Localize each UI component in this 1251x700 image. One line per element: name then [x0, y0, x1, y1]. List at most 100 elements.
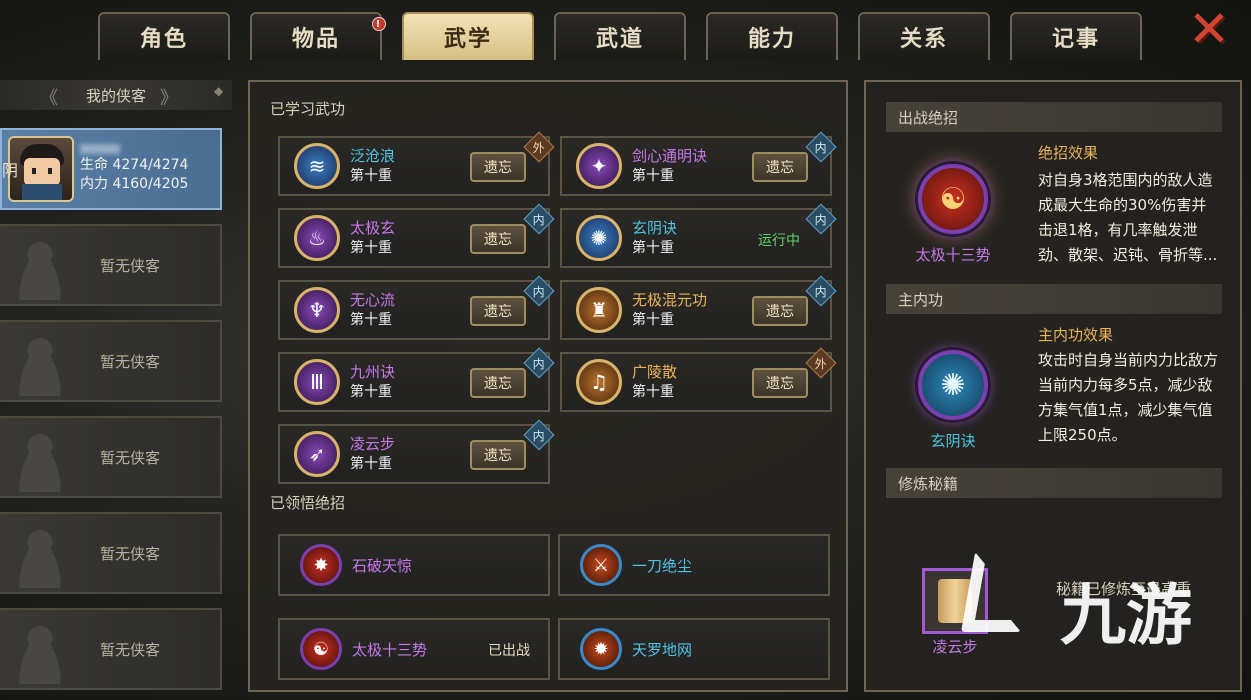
- mp-value: 4160/4205: [112, 176, 189, 192]
- hero-slot-empty[interactable]: 暂无侠客: [0, 608, 222, 690]
- skill-card[interactable]: ➶ 凌云步 第十重 遗忘内: [278, 419, 555, 484]
- skill-type-label: 内: [814, 212, 828, 227]
- skill-type-label: 内: [532, 212, 546, 227]
- tab-0[interactable]: 角色: [98, 12, 230, 60]
- empty-slot-label: 暂无侠客: [100, 544, 161, 563]
- sidebar-title: 我的侠客: [85, 86, 146, 105]
- tab-3[interactable]: 武道: [554, 12, 686, 60]
- running-status: 运行中: [758, 233, 800, 249]
- forget-button[interactable]: 遗忘: [752, 152, 808, 182]
- skill-card[interactable]: Ⅲ 九州诀 第十重 遗忘内: [278, 347, 555, 412]
- silhouette-icon: [8, 614, 72, 684]
- skill-type-label: 内: [532, 284, 546, 299]
- skill-type-label: 内: [814, 140, 828, 155]
- forget-button[interactable]: 遗忘: [470, 440, 526, 470]
- forget-button[interactable]: 遗忘: [470, 296, 526, 326]
- skill-level: 第十重: [632, 240, 674, 256]
- watermark: 九游: [1060, 577, 1192, 654]
- lute-icon: ♫: [576, 359, 622, 405]
- taiji-icon: ☯: [918, 164, 988, 234]
- yin-orb-icon: ✺: [918, 350, 988, 420]
- skill-type-label: 内: [532, 428, 546, 443]
- manual-skill-name: 凌云步: [932, 638, 978, 656]
- tab-1[interactable]: 物品!: [250, 12, 386, 60]
- skill-card[interactable]: ♫ 广陵散 第十重 遗忘外: [560, 347, 837, 412]
- tab-4[interactable]: 能力: [706, 12, 838, 60]
- battle-skill-badge[interactable]: ☯ 太极十三势: [888, 144, 1018, 294]
- skill-level: 第十重: [632, 384, 674, 400]
- hero-stats: 生命 4274/4274 内力 4160/4205: [80, 144, 188, 194]
- tab-label: 武学: [443, 27, 492, 52]
- chevron-left-icon: 《: [40, 88, 58, 109]
- pillar-icon: ♜: [576, 287, 622, 333]
- battle-section-title: 出战绝招: [886, 102, 1222, 132]
- inner-skill-badge[interactable]: ✺ 玄阴诀: [888, 330, 1018, 480]
- hero-slot-empty[interactable]: 暂无侠客: [0, 224, 222, 306]
- ultimate-name: 天罗地网: [632, 640, 693, 659]
- skill-name: 太极玄: [350, 219, 396, 237]
- diamond-icon: ◆: [214, 84, 224, 98]
- skill-type-label: 内: [532, 356, 546, 371]
- hero-slot-empty[interactable]: 暂无侠客: [0, 416, 222, 498]
- skill-name: 凌云步: [350, 435, 396, 453]
- inner-section-title: 主内功: [886, 284, 1222, 314]
- empty-slot-label: 暂无侠客: [100, 352, 161, 371]
- skill-type-tag: 内: [523, 275, 555, 307]
- skill-type-tag: 内: [805, 131, 837, 163]
- inner-effect-text: 攻击时自身当前内力比敌方当前内力每多5点，减少敌方集气值1点，减少集气值上限25…: [1038, 351, 1218, 444]
- skill-type-label: 内: [814, 284, 828, 299]
- pillars-icon: Ⅲ: [294, 359, 340, 405]
- claw-wave-icon: ≋: [294, 143, 340, 189]
- ultimate-card[interactable]: ⚔ 一刀绝尘: [558, 534, 830, 596]
- skill-type-tag: 内: [523, 419, 555, 451]
- tab-label: 关系: [899, 27, 948, 52]
- skill-card[interactable]: ✺ 玄阴诀 第十重 运行中内: [560, 203, 837, 268]
- battle-effect-title: 绝招效果: [1038, 144, 1099, 162]
- forget-button[interactable]: 遗忘: [752, 296, 808, 326]
- mp-label: 内力: [80, 176, 108, 192]
- forget-button[interactable]: 遗忘: [470, 224, 526, 254]
- forget-button[interactable]: 遗忘: [752, 368, 808, 398]
- yin-orb-icon: ✺: [576, 215, 622, 261]
- skill-card[interactable]: ≋ 泛沧浪 第十重 遗忘外: [278, 131, 555, 196]
- tab-label: 角色: [139, 27, 188, 52]
- close-icon[interactable]: ✕: [1185, 4, 1233, 54]
- ultimate-card[interactable]: ✸ 石破天惊: [278, 534, 550, 596]
- deployed-status: 已出战: [488, 643, 530, 659]
- skill-card[interactable]: ♨ 太极玄 第十重 遗忘内: [278, 203, 555, 268]
- manual-section-title: 修炼秘籍: [886, 468, 1222, 498]
- hp-label: 生命: [80, 157, 108, 173]
- skill-level: 第十重: [350, 456, 392, 472]
- battle-skill-name: 太极十三势: [915, 246, 991, 264]
- taiji-flame-icon: ♨: [294, 215, 340, 261]
- skill-type-tag: 外: [805, 347, 837, 379]
- skill-name: 无心流: [350, 291, 396, 309]
- hero-slot-active[interactable]: 生命 4274/4274 内力 4160/4205 阴: [0, 128, 222, 210]
- skill-level: 第十重: [350, 168, 392, 184]
- silhouette-icon: [8, 422, 72, 492]
- tab-2[interactable]: 武学: [402, 12, 534, 60]
- forget-button[interactable]: 遗忘: [470, 152, 526, 182]
- silhouette-icon: [8, 518, 72, 588]
- tab-6[interactable]: 记事: [1010, 12, 1142, 60]
- hp-value: 4274/4274: [112, 157, 189, 173]
- inner-effect-title: 主内功效果: [1038, 326, 1114, 344]
- ultimate-card[interactable]: ☯ 太极十三势 已出战: [278, 618, 550, 680]
- forget-button[interactable]: 遗忘: [470, 368, 526, 398]
- skill-card[interactable]: ✦ 剑心通明诀 第十重 遗忘内: [560, 131, 837, 196]
- ultimates-title: 已领悟绝招: [270, 494, 346, 512]
- skills-panel: 已学习武功 ≋ 泛沧浪 第十重 遗忘外 ✦ 剑心通明诀 第十重 遗忘内 ♨ 太极玄 第十重 遗忘内 ✺ 玄…: [248, 80, 848, 692]
- tab-label: 能力: [747, 27, 796, 52]
- hero-slot-empty[interactable]: 暂无侠客: [0, 320, 222, 402]
- tab-label: 武道: [595, 27, 644, 52]
- tab-label: 记事: [1051, 27, 1100, 52]
- tab-5[interactable]: 关系: [858, 12, 990, 60]
- ultimate-card[interactable]: ✹ 天罗地网: [558, 618, 830, 680]
- skill-card[interactable]: ♜ 无极混元功 第十重 遗忘内: [560, 275, 837, 340]
- skill-card[interactable]: ♆ 无心流 第十重 遗忘内: [278, 275, 555, 340]
- attribute-badge: 阴: [2, 161, 19, 180]
- silhouette-icon: [8, 230, 72, 300]
- battle-effect-text: 对自身3格范围内的敌人造成最大生命的30%伤害并击退1格，有几率触发泄劲、散架、…: [1038, 171, 1218, 264]
- hero-slot-empty[interactable]: 暂无侠客: [0, 512, 222, 594]
- empty-slot-label: 暂无侠客: [100, 640, 161, 659]
